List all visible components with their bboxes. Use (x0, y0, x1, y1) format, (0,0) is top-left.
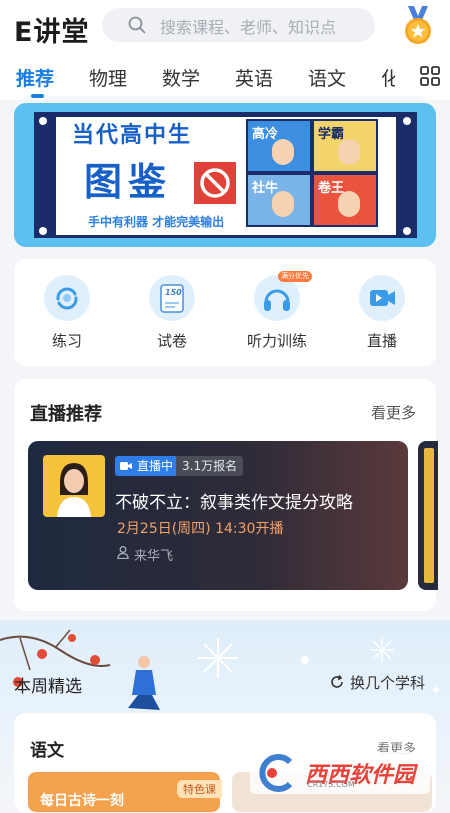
course-card-title: 每日古诗一刻 (40, 793, 124, 809)
banner-rivet (39, 227, 47, 235)
exam-score-text: 150 (165, 288, 182, 297)
teacher-name: 来华飞 (134, 549, 174, 564)
exam-paper-icon (160, 284, 184, 313)
live-course-time: 2月25日(周四) 14:30开播 (117, 521, 284, 537)
teacher-avatar (43, 455, 105, 517)
watermark-c-icon (259, 754, 293, 792)
tab-chinese[interactable]: 语文 (308, 64, 346, 91)
exam-paper-label[interactable]: 试卷 (127, 330, 217, 351)
banner-comic-panel: 卷王 (312, 173, 378, 227)
exam-paper-button[interactable]: 150 (149, 275, 195, 321)
next-live-card-thumb (424, 448, 434, 583)
practice-icon (56, 287, 78, 310)
video-camera-icon (370, 290, 395, 306)
prohibited-icon (194, 162, 236, 204)
comic-label: 卷王 (318, 181, 345, 196)
practice-button[interactable] (44, 275, 90, 321)
medal-icon[interactable] (400, 6, 436, 46)
weekly-picks-title: 本周精选 (14, 677, 82, 697)
banner-rivet (403, 227, 411, 235)
tab-math[interactable]: 数学 (162, 64, 200, 91)
watermark-url: CR173.COM (307, 780, 355, 789)
person-icon (117, 546, 129, 559)
snowflake-icon (198, 638, 238, 678)
listening-label[interactable]: 听力训练 (232, 330, 322, 351)
chinese-section-title: 语文 (30, 741, 64, 761)
tab-physics[interactable]: 物理 (89, 64, 127, 91)
live-course-title[interactable]: 不破不立：叙事类作文提分攻略 (115, 488, 353, 513)
feature-course-tag: 特色课 (177, 780, 222, 798)
tab-english[interactable]: 英语 (235, 64, 273, 91)
live-button[interactable] (359, 275, 405, 321)
tab-chemistry[interactable]: 化 (381, 64, 395, 91)
app-logo: E讲堂 (14, 17, 90, 48)
grid-menu-icon[interactable] (420, 66, 440, 86)
comic-label: 高冷 (252, 127, 279, 142)
banner-comic-panel: 社牛 (246, 173, 312, 227)
banner-subtitle: 手中有利器 才能完美输出 (88, 215, 225, 229)
practice-label[interactable]: 练习 (22, 330, 112, 351)
tab-recommend[interactable]: 推荐 (16, 64, 54, 91)
banner-rivet (39, 117, 47, 125)
banner-title-line2: 图鉴 (84, 160, 173, 204)
search-placeholder[interactable]: 搜索课程、老师、知识点 (160, 14, 336, 38)
comic-label: 社牛 (252, 181, 279, 196)
banner-title-line1: 当代高中生 (72, 123, 193, 148)
comic-label: 学霸 (318, 127, 345, 142)
banner-comic-panel: 高冷 (246, 119, 312, 173)
subject-tabs: 推荐 物理 数学 英语 语文 化 (0, 60, 450, 98)
live-section-title: 直播推荐 (30, 404, 102, 425)
swap-subjects-button[interactable]: 换几个学科 (350, 672, 425, 693)
live-see-more-link[interactable]: 看更多 (371, 402, 416, 423)
live-label[interactable]: 直播 (337, 330, 427, 351)
listening-badge: 满分优先 (278, 271, 312, 282)
refresh-icon[interactable] (330, 675, 344, 689)
snowflake-icon (370, 638, 394, 662)
enroll-count: 3.1万报名 (176, 456, 244, 476)
banner-comic-panel: 学霸 (312, 119, 378, 173)
banner-rivet (403, 117, 411, 125)
active-tab-indicator (31, 94, 44, 98)
live-camera-icon (120, 462, 132, 470)
search-icon (128, 16, 146, 34)
